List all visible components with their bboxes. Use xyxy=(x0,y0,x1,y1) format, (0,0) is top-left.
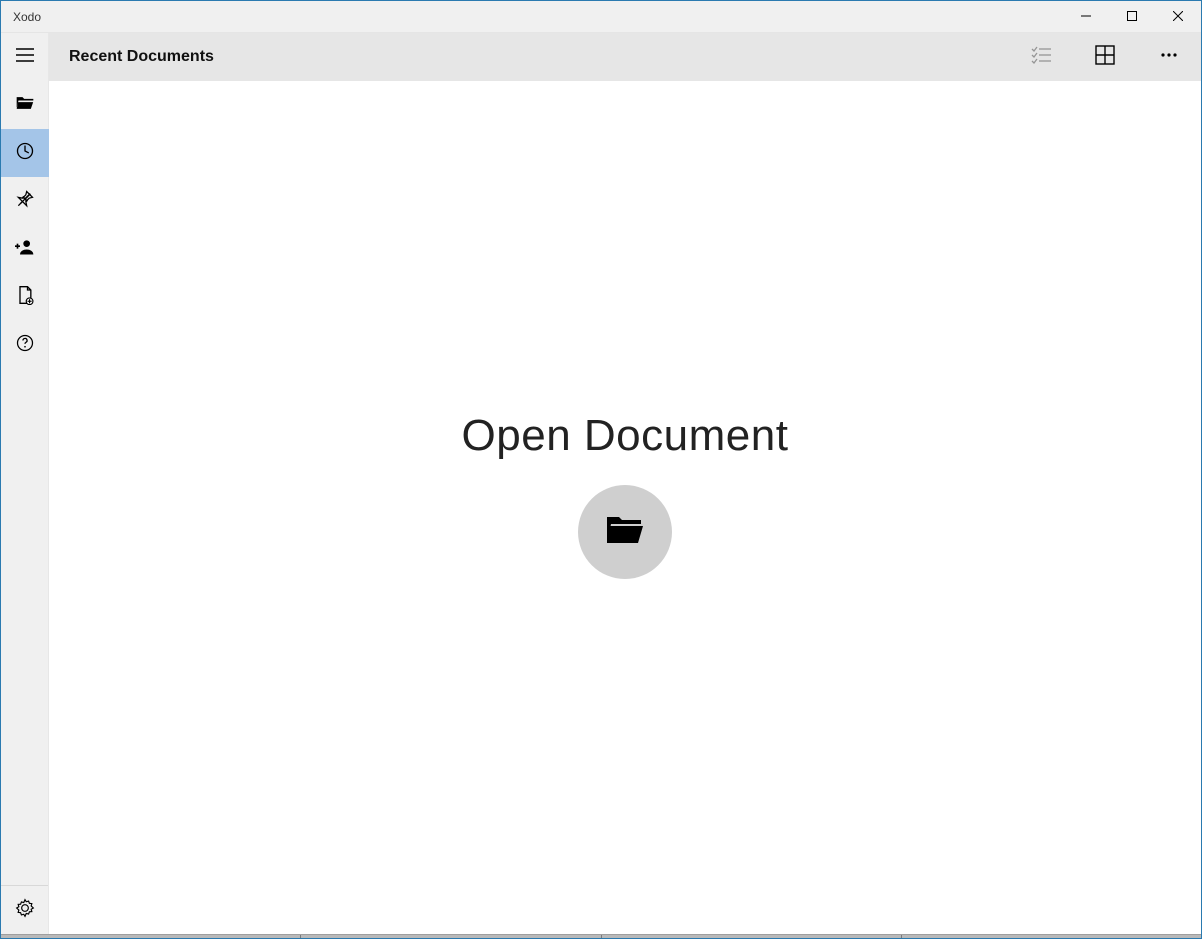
nav-settings-button[interactable] xyxy=(1,886,49,934)
nav-help-button[interactable] xyxy=(1,321,49,369)
hamburger-icon xyxy=(16,48,34,67)
view-grid-button[interactable] xyxy=(1073,33,1137,81)
main-pane: Recent Documents Open Document xyxy=(49,33,1201,934)
nav-sidebar xyxy=(1,33,49,934)
window-close-button[interactable] xyxy=(1155,1,1201,33)
maximize-icon xyxy=(1127,8,1137,26)
page-title: Recent Documents xyxy=(69,48,1009,66)
more-options-button[interactable] xyxy=(1137,33,1201,81)
app-body: Recent Documents Open Document xyxy=(1,33,1201,934)
gear-icon xyxy=(15,898,35,923)
help-icon xyxy=(15,333,35,358)
footer-segment xyxy=(1,935,301,938)
content-area: Open Document xyxy=(49,81,1201,934)
footer-segment xyxy=(602,935,902,938)
nav-sidebar-footer xyxy=(1,885,48,934)
nav-open-file-button[interactable] xyxy=(1,81,49,129)
more-horizontal-icon xyxy=(1159,45,1179,70)
nav-collaborate-button[interactable] xyxy=(1,225,49,273)
window-minimize-button[interactable] xyxy=(1063,1,1109,33)
grid-view-icon xyxy=(1095,45,1115,70)
folder-open-icon xyxy=(15,93,35,118)
window-title: Xodo xyxy=(1,10,1063,24)
open-document-button[interactable] xyxy=(578,485,672,579)
footer-bar xyxy=(1,934,1201,938)
view-list-button[interactable] xyxy=(1009,33,1073,81)
command-bar: Recent Documents xyxy=(49,33,1201,81)
nav-hamburger-button[interactable] xyxy=(1,33,49,81)
footer-segment xyxy=(301,935,601,938)
nav-recent-button[interactable] xyxy=(1,129,49,177)
open-document-heading: Open Document xyxy=(462,411,789,461)
new-document-icon xyxy=(15,285,35,310)
close-icon xyxy=(1173,8,1183,26)
nav-sidebar-main xyxy=(1,33,48,885)
window-titlebar: Xodo xyxy=(1,1,1201,33)
window-maximize-button[interactable] xyxy=(1109,1,1155,33)
clock-icon xyxy=(15,141,35,166)
list-view-icon xyxy=(1031,45,1051,70)
folder-open-large-icon xyxy=(605,513,645,552)
minimize-icon xyxy=(1081,8,1091,26)
pin-icon xyxy=(15,189,35,214)
footer-segment xyxy=(902,935,1201,938)
add-person-icon xyxy=(15,237,35,262)
nav-new-document-button[interactable] xyxy=(1,273,49,321)
nav-pinned-button[interactable] xyxy=(1,177,49,225)
